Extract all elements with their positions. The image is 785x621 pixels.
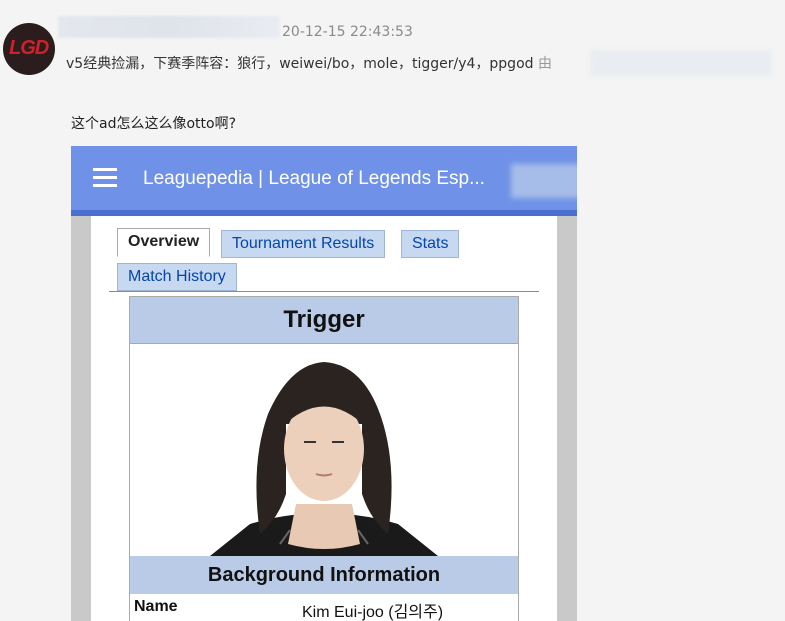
tab-match-history[interactable]: Match History <box>117 263 237 291</box>
post-title-text: v5经典捡漏，下赛季阵容：狼行，weiwei/bo，mole，tigger/y4… <box>66 56 534 72</box>
post-timestamp: 20-12-15 22:43:53 <box>282 24 413 40</box>
embedded-screenshot[interactable]: Leaguepedia | League of Legends Esp... O… <box>71 146 577 621</box>
name-value: Kim Eui-joo (김의주) <box>302 604 444 621</box>
username-redacted <box>58 16 280 38</box>
post-title[interactable]: v5经典捡漏，下赛季阵容：狼行，weiwei/bo，mole，tigger/y4… <box>66 53 552 73</box>
infobox-section-header: Background Information <box>130 556 518 594</box>
post-title-suffix: 由 <box>537 56 552 72</box>
site-title: Leaguepedia | League of Legends Esp... <box>143 168 485 189</box>
name-label: Name <box>134 598 178 615</box>
redacted-text <box>590 50 772 76</box>
tab-overview[interactable]: Overview <box>117 228 211 257</box>
avatar-logo: LGD <box>9 37 49 59</box>
redacted-icon <box>511 164 577 198</box>
tab-stats[interactable]: Stats <box>401 230 460 258</box>
player-photo <box>130 344 518 556</box>
infobox-title: Trigger <box>130 297 518 344</box>
tabs-divider <box>109 291 539 292</box>
tab-tournament-results[interactable]: Tournament Results <box>221 230 386 258</box>
page-content: Overview Tournament Results Stats Match … <box>91 216 557 621</box>
avatar[interactable]: LGD <box>3 23 55 75</box>
hamburger-menu-icon[interactable] <box>93 168 117 187</box>
app-bar: Leaguepedia | League of Legends Esp... <box>71 146 577 210</box>
player-infobox: Trigger Background Information Name Kim … <box>129 296 519 621</box>
reply-text: 这个ad怎么这么像otto啊? <box>71 116 237 132</box>
